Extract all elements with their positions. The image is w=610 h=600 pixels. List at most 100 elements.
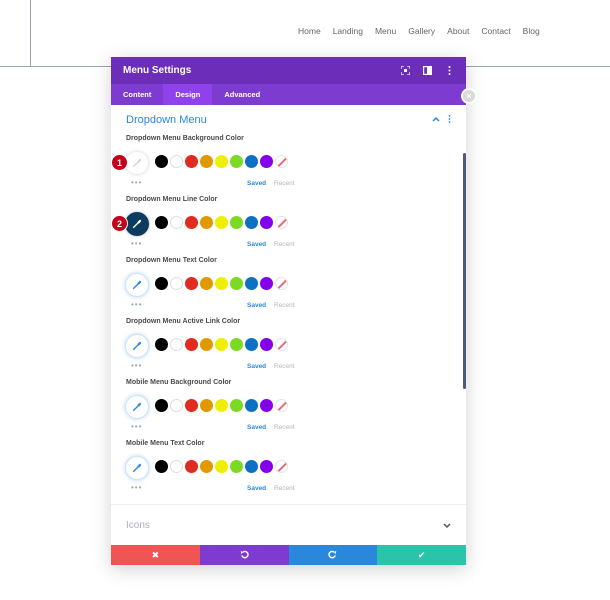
chevron-up-icon[interactable] <box>432 115 440 125</box>
recent-colors-tab[interactable]: Recent <box>274 424 295 431</box>
color-swatch[interactable] <box>245 277 258 290</box>
recent-colors-tab[interactable]: Recent <box>274 180 295 187</box>
color-swatch[interactable] <box>230 399 243 412</box>
saved-colors-tab[interactable]: Saved <box>247 424 266 431</box>
clear-color-swatch[interactable] <box>275 338 288 351</box>
recent-colors-tab[interactable]: Recent <box>274 241 295 248</box>
color-swatch[interactable] <box>245 216 258 229</box>
eyedropper-icon[interactable] <box>125 334 149 358</box>
dropdown-menu-section-header[interactable]: Dropdown Menu <box>111 105 466 135</box>
color-swatch[interactable] <box>200 399 213 412</box>
color-swatch[interactable] <box>155 277 168 290</box>
color-swatch[interactable] <box>185 338 198 351</box>
recent-colors-tab[interactable]: Recent <box>274 363 295 370</box>
color-swatch[interactable] <box>215 338 228 351</box>
nav-link-home[interactable]: Home <box>298 26 321 36</box>
close-modal-icon[interactable]: × <box>463 90 475 102</box>
save-button[interactable]: ✔ <box>377 545 466 565</box>
color-swatch[interactable] <box>245 399 258 412</box>
nav-link-menu[interactable]: Menu <box>375 26 396 36</box>
color-swatch[interactable] <box>215 155 228 168</box>
color-swatch[interactable] <box>170 216 183 229</box>
clear-color-swatch[interactable] <box>275 216 288 229</box>
color-swatch[interactable] <box>170 460 183 473</box>
eyedropper-icon[interactable] <box>125 212 149 236</box>
eyedropper-icon[interactable] <box>125 456 149 480</box>
tab-design[interactable]: Design <box>163 84 213 105</box>
more-colors-icon[interactable]: ••• <box>131 300 142 309</box>
saved-colors-tab[interactable]: Saved <box>247 363 266 370</box>
color-swatch[interactable] <box>200 155 213 168</box>
more-colors-icon[interactable]: ••• <box>131 483 142 492</box>
chevron-down-icon[interactable] <box>443 516 451 534</box>
more-options-icon[interactable] <box>444 66 454 76</box>
color-swatch[interactable] <box>260 338 273 351</box>
settings-panel[interactable]: Dropdown Menu Dropdown Menu Background C… <box>111 105 466 505</box>
color-swatch[interactable] <box>260 277 273 290</box>
color-swatch[interactable] <box>200 338 213 351</box>
recent-colors-tab[interactable]: Recent <box>274 302 295 309</box>
color-swatch[interactable] <box>245 460 258 473</box>
expand-icon[interactable] <box>400 66 410 76</box>
tab-advanced[interactable]: Advanced <box>212 84 272 105</box>
redo-button[interactable] <box>288 545 378 565</box>
icons-section-header[interactable]: Icons <box>111 505 466 545</box>
color-swatch[interactable] <box>230 155 243 168</box>
color-swatch[interactable] <box>230 338 243 351</box>
color-swatch[interactable] <box>170 399 183 412</box>
clear-color-swatch[interactable] <box>275 155 288 168</box>
more-colors-icon[interactable]: ••• <box>131 178 142 187</box>
recent-colors-tab[interactable]: Recent <box>274 485 295 492</box>
saved-colors-tab[interactable]: Saved <box>247 241 266 248</box>
clear-color-swatch[interactable] <box>275 399 288 412</box>
color-swatch[interactable] <box>185 155 198 168</box>
eyedropper-icon[interactable] <box>125 395 149 419</box>
saved-colors-tab[interactable]: Saved <box>247 180 266 187</box>
color-swatch[interactable] <box>215 460 228 473</box>
more-colors-icon[interactable]: ••• <box>131 239 142 248</box>
color-swatch[interactable] <box>260 216 273 229</box>
color-swatch[interactable] <box>200 216 213 229</box>
nav-link-landing[interactable]: Landing <box>333 26 363 36</box>
undo-button[interactable] <box>199 545 289 565</box>
color-swatch[interactable] <box>155 216 168 229</box>
nav-link-contact[interactable]: Contact <box>481 26 510 36</box>
color-swatch[interactable] <box>260 399 273 412</box>
color-swatch[interactable] <box>230 277 243 290</box>
tab-content[interactable]: Content <box>111 84 163 105</box>
saved-colors-tab[interactable]: Saved <box>247 485 266 492</box>
color-swatch[interactable] <box>185 216 198 229</box>
eyedropper-icon[interactable] <box>125 273 149 297</box>
panel-scrollbar[interactable] <box>463 153 466 389</box>
more-colors-icon[interactable]: ••• <box>131 361 142 370</box>
color-swatch[interactable] <box>260 460 273 473</box>
color-swatch[interactable] <box>170 338 183 351</box>
clear-color-swatch[interactable] <box>275 460 288 473</box>
color-swatch[interactable] <box>245 338 258 351</box>
color-swatch[interactable] <box>155 399 168 412</box>
color-swatch[interactable] <box>155 460 168 473</box>
split-view-icon[interactable] <box>422 66 432 76</box>
color-swatch[interactable] <box>185 399 198 412</box>
color-swatch[interactable] <box>230 216 243 229</box>
nav-link-blog[interactable]: Blog <box>523 26 540 36</box>
color-swatch[interactable] <box>245 155 258 168</box>
color-swatch[interactable] <box>185 460 198 473</box>
color-swatch[interactable] <box>185 277 198 290</box>
color-swatch[interactable] <box>215 216 228 229</box>
color-swatch[interactable] <box>200 460 213 473</box>
color-swatch[interactable] <box>200 277 213 290</box>
cancel-button[interactable]: ✖ <box>111 545 200 565</box>
color-swatch[interactable] <box>170 155 183 168</box>
more-colors-icon[interactable]: ••• <box>131 422 142 431</box>
color-swatch[interactable] <box>215 399 228 412</box>
nav-link-gallery[interactable]: Gallery <box>408 26 435 36</box>
nav-link-about[interactable]: About <box>447 26 469 36</box>
color-swatch[interactable] <box>215 277 228 290</box>
saved-colors-tab[interactable]: Saved <box>247 302 266 309</box>
clear-color-swatch[interactable] <box>275 277 288 290</box>
color-swatch[interactable] <box>230 460 243 473</box>
color-swatch[interactable] <box>260 155 273 168</box>
section-options-icon[interactable] <box>448 115 451 125</box>
color-swatch[interactable] <box>155 338 168 351</box>
